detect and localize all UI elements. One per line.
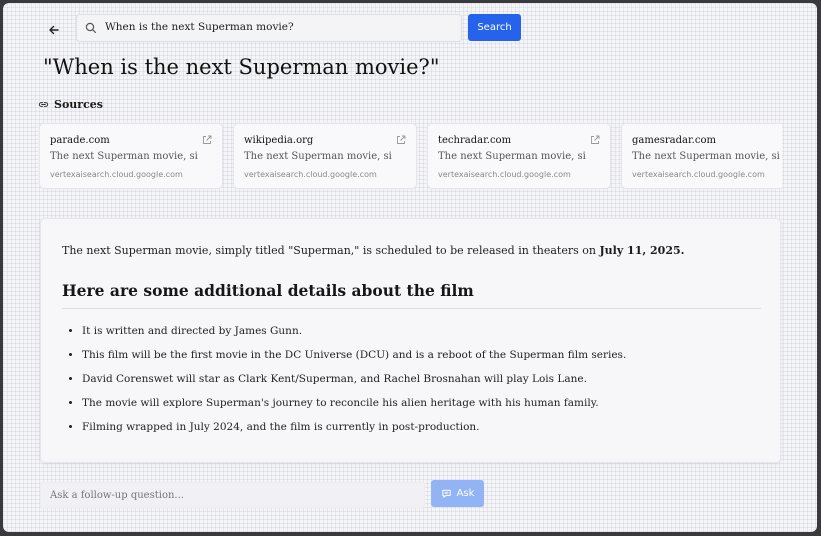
answer-intro: The next Superman movie, simply titled "…	[62, 244, 684, 257]
external-link-icon[interactable]	[590, 135, 600, 145]
source-host: vertexaisearch.cloud.google.com	[50, 170, 183, 179]
source-card-wikipedia[interactable]: wikipedia.org The next Superman movie, s…	[233, 123, 417, 189]
list-item: Filming wrapped in July 2024, and the fi…	[82, 419, 626, 443]
arrow-left-icon	[49, 25, 59, 35]
details-list: It is written and directed by James Gunn…	[62, 323, 626, 443]
answer-intro-text: The next Superman movie, simply titled "…	[62, 244, 600, 257]
source-snippet: The next Superman movie, simply	[632, 151, 780, 162]
source-host: vertexaisearch.cloud.google.com	[632, 170, 765, 179]
source-host: vertexaisearch.cloud.google.com	[438, 170, 571, 179]
list-item: The movie will explore Superman's journe…	[82, 395, 626, 419]
link-icon	[38, 102, 49, 107]
source-host: vertexaisearch.cloud.google.com	[244, 170, 377, 179]
source-snippet: The next Superman movie, simply	[244, 151, 392, 162]
source-domain: gamesradar.com	[632, 135, 716, 146]
source-domain: wikipedia.org	[244, 135, 314, 146]
search-icon	[85, 22, 97, 34]
search-value[interactable]: When is the next Superman movie?	[105, 21, 294, 33]
answer-panel: The next Superman movie, simply titled "…	[40, 218, 781, 463]
app-window: When is the next Superman movie? Search …	[3, 3, 817, 532]
heading-divider	[62, 308, 761, 309]
external-link-icon[interactable]	[202, 135, 212, 145]
ask-label: Ask	[456, 488, 475, 499]
sources-label: Sources	[54, 98, 103, 111]
back-button[interactable]	[43, 19, 65, 41]
source-card-gamesradar[interactable]: gamesradar.com The next Superman movie, …	[621, 123, 782, 189]
page-title: "When is the next Superman movie?"	[43, 55, 440, 79]
search-button[interactable]: Search	[468, 14, 521, 41]
source-snippet: The next Superman movie, simply	[438, 151, 586, 162]
source-snippet: The next Superman movie, simply	[50, 151, 198, 162]
list-item: David Corenswet will star as Clark Kent/…	[82, 371, 626, 395]
search-input[interactable]: When is the next Superman movie?	[76, 14, 462, 42]
sources-header: Sources	[38, 98, 103, 111]
source-card-techradar[interactable]: techradar.com The next Superman movie, s…	[427, 123, 611, 189]
ask-button[interactable]: Ask	[431, 480, 484, 507]
followup-input[interactable]	[40, 482, 425, 508]
chat-icon	[441, 489, 451, 498]
answer-heading: Here are some additional details about t…	[62, 281, 474, 300]
source-card-parade[interactable]: parade.com The next Superman movie, simp…	[39, 123, 223, 189]
release-date: July 11, 2025.	[599, 244, 685, 257]
external-link-icon[interactable]	[396, 135, 406, 145]
source-domain: parade.com	[50, 135, 110, 146]
sources-list: parade.com The next Superman movie, simp…	[39, 123, 782, 193]
source-domain: techradar.com	[438, 135, 512, 146]
list-item: It is written and directed by James Gunn…	[82, 323, 626, 347]
list-item: This film will be the first movie in the…	[82, 347, 626, 371]
